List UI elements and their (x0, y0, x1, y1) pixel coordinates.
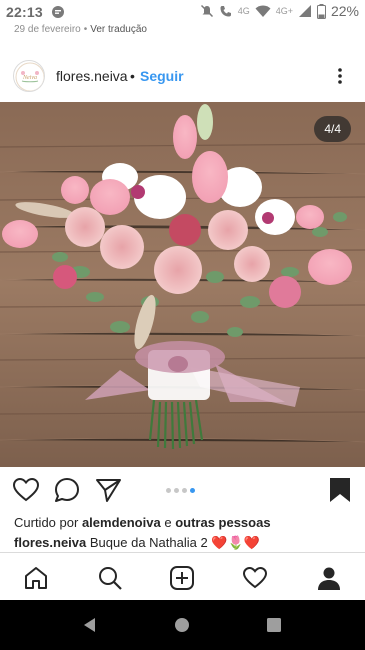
bouquet-image (0, 102, 365, 467)
battery-percent: 22% (330, 3, 359, 19)
caption-text: Buque da Nathalia 2 (89, 535, 208, 550)
recents-icon[interactable] (266, 617, 282, 633)
search-icon[interactable] (97, 565, 123, 591)
post-actions (0, 476, 365, 506)
message-notification-icon (52, 6, 64, 18)
wifi-icon (255, 5, 271, 17)
post-username[interactable]: flores.neiva (56, 68, 128, 84)
profile-icon[interactable] (316, 565, 342, 591)
home-icon[interactable] (23, 565, 49, 591)
avatar[interactable]: Neiva (13, 60, 45, 92)
mute-icon (200, 4, 213, 18)
send-icon[interactable] (94, 476, 122, 504)
likes-summary[interactable]: Curtido por alemdenoiva e outras pessoas (14, 515, 271, 530)
status-time: 22:13 (6, 4, 43, 20)
caption-emojis: ❤️🌷❤️ (211, 535, 260, 550)
avatar-logo-text: Neiva (22, 75, 37, 81)
see-translation-link[interactable]: Ver tradução (90, 24, 147, 35)
likes-prefix: Curtido por (14, 515, 79, 530)
bookmark-icon[interactable] (326, 476, 354, 504)
battery-icon (316, 3, 326, 19)
wifi-calling-icon (220, 6, 231, 17)
post-header: Neiva flores.neiva • Seguir (0, 50, 365, 102)
caption-username[interactable]: flores.neiva (14, 535, 86, 550)
post-date: 29 de fevereiro (14, 24, 81, 35)
carousel-dot (174, 488, 179, 493)
post-caption: flores.neiva Buque da Nathalia 2 ❤️🌷❤️ (14, 535, 260, 551)
carousel-counter: 4/4 (314, 116, 351, 142)
home-button-icon[interactable] (174, 617, 190, 633)
carousel-dot-active (190, 488, 195, 493)
more-options-icon[interactable] (330, 66, 350, 86)
bottom-navigation (0, 552, 365, 600)
network-type-label: 4G (237, 6, 250, 16)
activity-heart-icon[interactable] (242, 565, 268, 591)
carousel-dot (182, 488, 187, 493)
likes-username[interactable]: alemdenoiva (82, 515, 161, 530)
network-type-label-2: 4G+ (275, 6, 293, 16)
carousel-indicator (166, 488, 195, 493)
status-bar: 22:13 4G 4G+ 22% (0, 0, 365, 24)
separator-dot: • (130, 68, 135, 84)
add-post-icon[interactable] (169, 565, 195, 591)
post-photo[interactable]: 4/4 (0, 102, 365, 467)
likes-and: e (164, 515, 172, 530)
previous-post-meta: 29 de fevereiro • Ver tradução (14, 24, 147, 35)
comment-icon[interactable] (53, 476, 81, 504)
back-icon[interactable] (82, 617, 98, 633)
follow-button[interactable]: Seguir (140, 68, 184, 84)
system-navigation-bar (0, 600, 365, 650)
likes-others[interactable]: outras pessoas (175, 515, 270, 530)
carousel-dot (166, 488, 171, 493)
signal-icon (298, 5, 311, 17)
heart-icon[interactable] (12, 476, 40, 504)
profile-logo-icon: Neiva (15, 62, 44, 91)
